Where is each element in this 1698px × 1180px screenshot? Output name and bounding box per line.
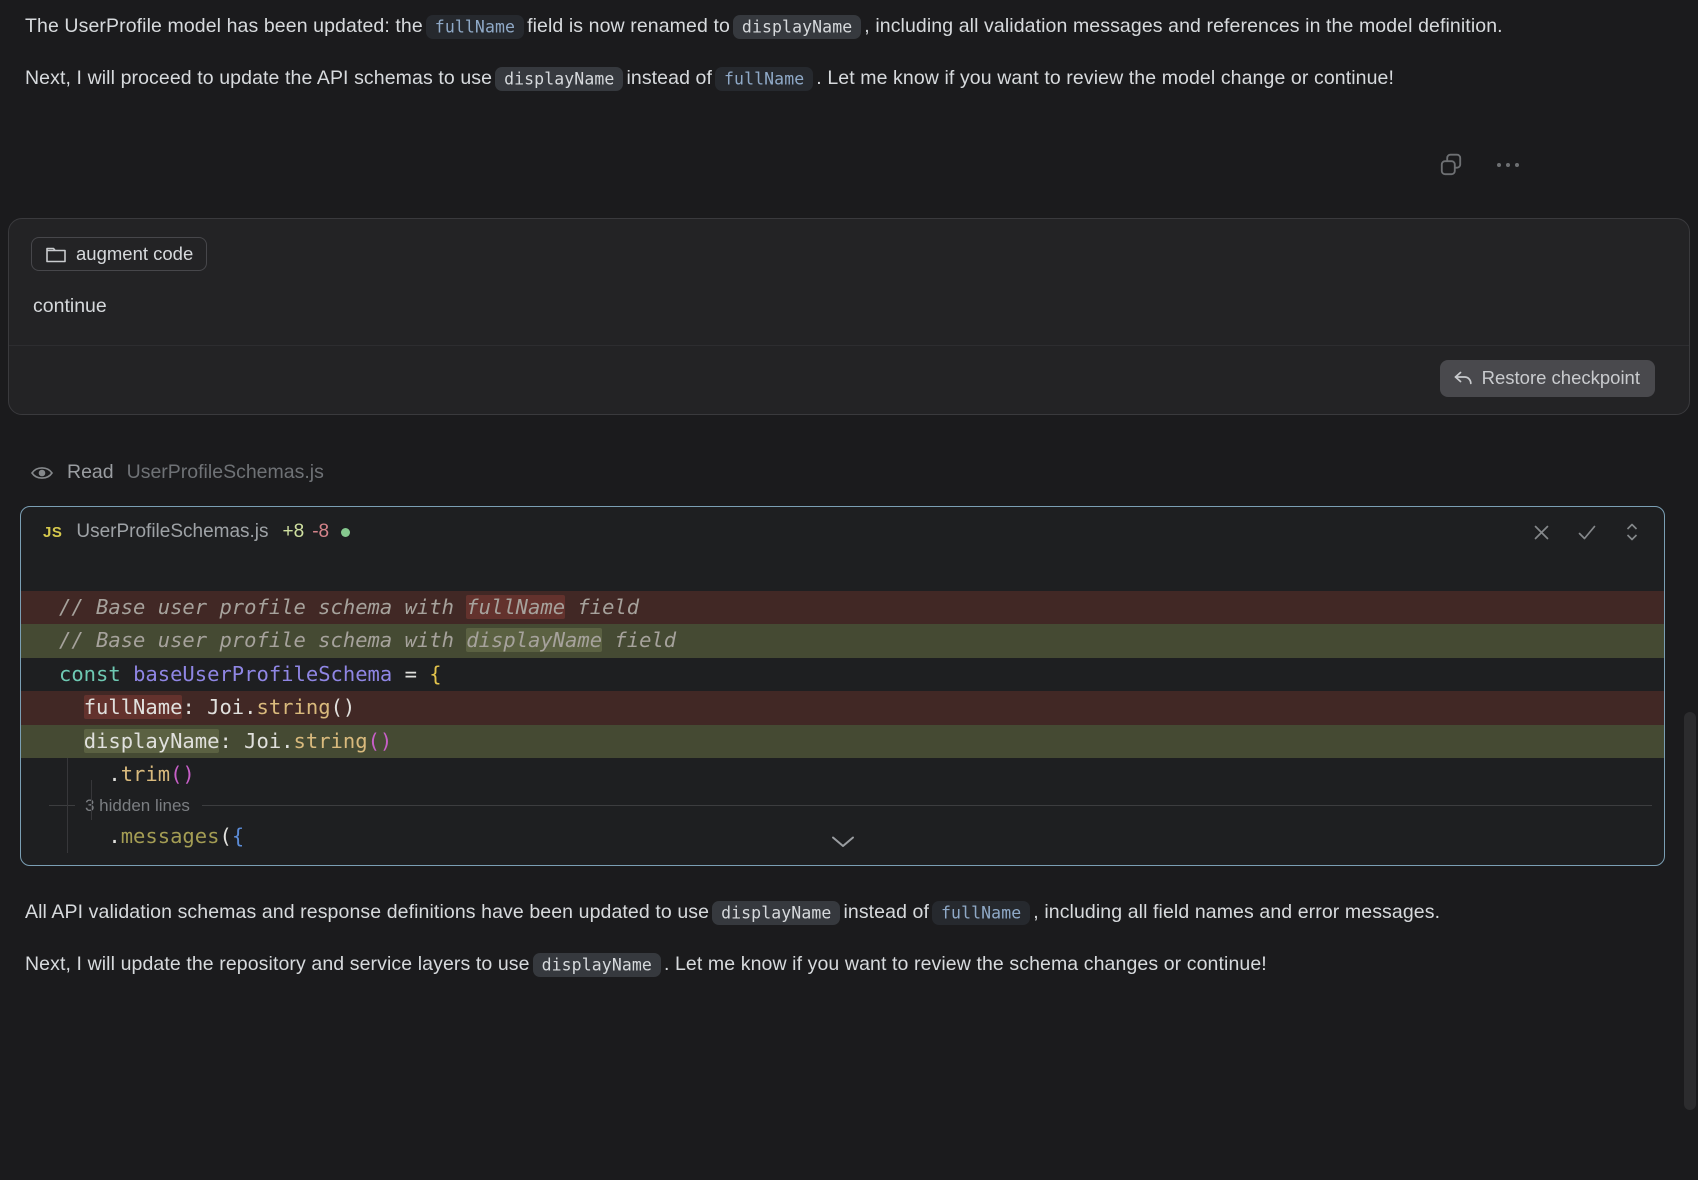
tool-call-row: Read UserProfileSchemas.js xyxy=(30,461,1698,484)
context-chip-label: augment code xyxy=(76,243,193,265)
code-line: .trim() xyxy=(21,758,1664,792)
card-footer: Restore checkpoint xyxy=(9,345,1689,414)
status-dot xyxy=(341,528,350,537)
hidden-lines-divider: 3 hidden lines xyxy=(21,792,1664,820)
code-token xyxy=(121,662,133,686)
code-token: baseUserProfileSchema xyxy=(133,662,392,686)
code-token: . xyxy=(59,824,121,848)
code-line: fullName: Joi.string() xyxy=(21,691,1664,725)
code-line: const baseUserProfileSchema = { xyxy=(21,658,1664,692)
additions-count: +8 xyxy=(283,521,305,543)
reject-changes-button[interactable] xyxy=(1533,524,1550,541)
paragraph: Next, I will proceed to update the API s… xyxy=(25,60,1673,97)
code-lines: // Base user profile schema with fullNam… xyxy=(21,557,1664,853)
code-token: { xyxy=(429,662,441,686)
code-token: () xyxy=(368,729,393,753)
paragraph: All API validation schemas and response … xyxy=(25,894,1673,931)
code-token: string xyxy=(257,695,331,719)
text-segment: All API validation schemas and response … xyxy=(25,901,709,923)
inline-code-chip: displayName xyxy=(712,901,840,925)
more-options-button[interactable] xyxy=(1494,152,1522,178)
tool-action-label: Read xyxy=(67,461,114,484)
text-segment: instead of xyxy=(626,67,712,89)
code-diff-panel: JS UserProfileSchemas.js +8 -8 // Base u… xyxy=(20,506,1665,866)
copy-icon xyxy=(1438,152,1464,178)
collapse-expand-button[interactable] xyxy=(1624,522,1640,542)
code-line: displayName: Joi.string() xyxy=(21,725,1664,759)
indent-guide xyxy=(67,758,68,853)
folder-icon xyxy=(45,244,67,264)
code-line xyxy=(21,557,1664,591)
context-chip[interactable]: augment code xyxy=(31,237,207,271)
user-message-card: augment code continue Restore checkpoint xyxy=(8,218,1690,415)
code-line: // Base user profile schema with display… xyxy=(21,624,1664,658)
code-token: : Joi. xyxy=(219,729,293,753)
code-token: // Base user profile schema with xyxy=(59,628,466,652)
text-segment: Next, I will proceed to update the API s… xyxy=(25,67,492,89)
code-token: messages xyxy=(121,824,220,848)
code-token: displayName xyxy=(466,628,602,652)
code-token: . xyxy=(59,762,121,786)
eye-icon xyxy=(30,463,54,483)
deletions-count: -8 xyxy=(312,521,329,543)
code-token: = xyxy=(392,662,429,686)
code-token: string xyxy=(294,729,368,753)
inline-code-chip: fullName xyxy=(932,901,1030,925)
code-token: () xyxy=(170,762,195,786)
text-segment: The UserProfile model has been updated: … xyxy=(25,15,423,37)
code-token: const xyxy=(59,662,121,686)
inline-code-chip: fullName xyxy=(426,15,524,39)
undo-icon xyxy=(1452,369,1473,388)
code-token: : Joi. xyxy=(182,695,256,719)
assistant-message-1: The UserProfile model has been updated: … xyxy=(0,0,1698,97)
divider-dash xyxy=(49,805,75,806)
message-actions-row xyxy=(0,112,1698,178)
text-segment: . Let me know if you want to review the … xyxy=(664,953,1267,975)
code-token: { xyxy=(232,824,244,848)
user-message-text: continue xyxy=(33,293,1667,319)
page-scrollbar-thumb[interactable] xyxy=(1684,712,1696,1110)
code-token: () xyxy=(331,695,356,719)
javascript-file-icon: JS xyxy=(43,524,62,541)
paragraph: The UserProfile model has been updated: … xyxy=(25,8,1673,45)
inline-code-chip: displayName xyxy=(495,67,623,91)
text-segment: instead of xyxy=(843,901,929,923)
inline-code-chip: displayName xyxy=(733,15,861,39)
code-token: trim xyxy=(121,762,170,786)
paragraph: Next, I will update the repository and s… xyxy=(25,946,1673,983)
code-token: displayName xyxy=(84,729,220,753)
restore-checkpoint-button[interactable]: Restore checkpoint xyxy=(1440,360,1655,397)
code-token xyxy=(59,729,84,753)
accept-changes-button[interactable] xyxy=(1577,524,1597,541)
inline-code-chip: displayName xyxy=(533,953,661,977)
code-token: field xyxy=(602,628,676,652)
code-area: // Base user profile schema with fullNam… xyxy=(21,551,1664,865)
code-token: // Base user profile schema with xyxy=(59,595,466,619)
tool-file-link[interactable]: UserProfileSchemas.js xyxy=(127,461,324,484)
code-token: fullName xyxy=(466,595,565,619)
text-segment: field is now renamed to xyxy=(527,15,730,37)
restore-checkpoint-label: Restore checkpoint xyxy=(1482,367,1640,389)
divider-line xyxy=(202,805,1652,806)
text-segment: Next, I will update the repository and s… xyxy=(25,953,530,975)
code-line: // Base user profile schema with fullNam… xyxy=(21,591,1664,625)
text-segment: , including all field names and error me… xyxy=(1033,901,1440,923)
code-token: ( xyxy=(219,824,231,848)
ellipsis-icon xyxy=(1494,152,1522,178)
hidden-lines-label[interactable]: 3 hidden lines xyxy=(85,796,190,816)
expand-code-button[interactable] xyxy=(830,835,856,849)
panel-header-icons xyxy=(1533,522,1640,542)
code-panel-filename[interactable]: UserProfileSchemas.js xyxy=(76,521,268,543)
text-segment: . Let me know if you want to review the … xyxy=(816,67,1394,89)
code-token: fullName xyxy=(84,695,183,719)
text-segment: , including all validation messages and … xyxy=(864,15,1502,37)
assistant-message-2: All API validation schemas and response … xyxy=(0,894,1698,983)
code-token: field xyxy=(565,595,639,619)
indent-guide xyxy=(91,780,92,820)
inline-code-chip: fullName xyxy=(715,67,813,91)
code-panel-header: JS UserProfileSchemas.js +8 -8 xyxy=(21,507,1664,551)
code-token xyxy=(59,695,84,719)
copy-button[interactable] xyxy=(1438,152,1464,178)
